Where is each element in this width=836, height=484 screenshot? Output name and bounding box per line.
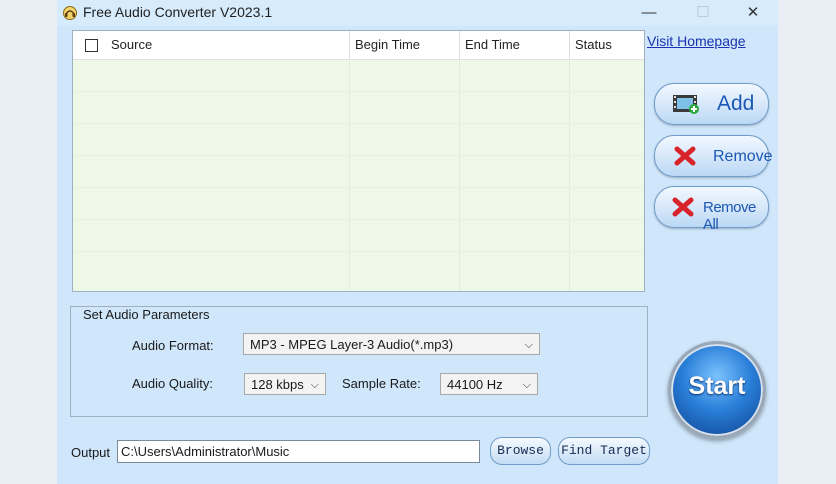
grid-line — [73, 123, 644, 124]
grid-line — [349, 59, 350, 291]
audio-parameters-group — [70, 306, 648, 417]
column-divider[interactable] — [569, 31, 570, 59]
column-divider[interactable] — [459, 31, 460, 59]
add-button[interactable]: Add — [654, 83, 769, 125]
chevron-down-icon: ⌵ — [524, 339, 533, 351]
audio-quality-label: Audio Quality: — [132, 376, 213, 391]
select-all-checkbox[interactable] — [85, 39, 98, 52]
browse-button-label: Browse — [497, 443, 544, 458]
output-path-input[interactable]: C:\Users\Administrator\Music — [117, 440, 480, 463]
minimize-button[interactable]: — — [629, 2, 669, 24]
add-button-label: Add — [717, 92, 755, 115]
visit-homepage-link[interactable]: Visit Homepage — [647, 33, 746, 49]
remove-button[interactable]: Remove — [654, 135, 773, 177]
app-window: Free Audio Converter V2023.1 — ☐ ✕ Sourc… — [57, 0, 778, 484]
find-target-button[interactable]: Find Target — [558, 437, 650, 465]
grid-line — [73, 155, 644, 156]
grid-line — [73, 187, 644, 188]
app-logo-icon — [63, 6, 77, 20]
maximize-button[interactable]: ☐ — [683, 2, 723, 24]
remove-all-button[interactable]: Remove All — [654, 186, 769, 233]
column-status[interactable]: Status — [575, 31, 612, 59]
audio-format-value: MP3 - MPEG Layer-3 Audio(*.mp3) — [250, 337, 454, 352]
audio-format-select[interactable]: MP3 - MPEG Layer-3 Audio(*.mp3) ⌵ — [243, 333, 540, 355]
remove-button-label: Remove — [713, 148, 773, 165]
close-button[interactable]: ✕ — [733, 2, 773, 24]
grid-line — [73, 251, 644, 252]
grid-line — [459, 59, 460, 291]
grid-line — [73, 91, 644, 92]
red-x-icon — [674, 146, 696, 166]
chevron-down-icon: ⌵ — [522, 379, 531, 391]
audio-format-label: Audio Format: — [132, 338, 214, 353]
column-begin-time[interactable]: Begin Time — [355, 31, 420, 59]
title-bar[interactable]: Free Audio Converter V2023.1 — ☐ ✕ — [57, 0, 778, 26]
output-label: Output — [71, 445, 111, 460]
find-target-button-label: Find Target — [561, 443, 647, 458]
output-path-value: C:\Users\Administrator\Music — [121, 444, 290, 459]
browse-button[interactable]: Browse — [490, 437, 551, 465]
column-end-time[interactable]: End Time — [465, 31, 520, 59]
window-title: Free Audio Converter V2023.1 — [83, 4, 273, 20]
chevron-down-icon: ⌵ — [310, 379, 319, 391]
grid-line — [73, 219, 644, 220]
file-list[interactable]: Source Begin Time End Time Status — [72, 30, 645, 292]
audio-quality-value: 128 kbps — [251, 377, 304, 392]
sample-rate-label: Sample Rate: — [342, 376, 421, 391]
film-add-icon — [673, 95, 699, 114]
grid-line — [569, 59, 570, 291]
start-button-label: Start — [688, 372, 746, 400]
start-button[interactable]: Start — [668, 341, 766, 439]
remove-all-button-label: Remove All — [703, 199, 756, 233]
red-x-icon — [672, 197, 694, 217]
column-source[interactable]: Source — [111, 31, 152, 59]
column-divider[interactable] — [349, 31, 350, 59]
group-title: Set Audio Parameters — [82, 307, 211, 322]
sample-rate-select[interactable]: 44100 Hz ⌵ — [440, 373, 538, 395]
audio-quality-select[interactable]: 128 kbps ⌵ — [244, 373, 326, 395]
sample-rate-value: 44100 Hz — [447, 377, 503, 392]
list-header: Source Begin Time End Time Status — [73, 31, 644, 60]
